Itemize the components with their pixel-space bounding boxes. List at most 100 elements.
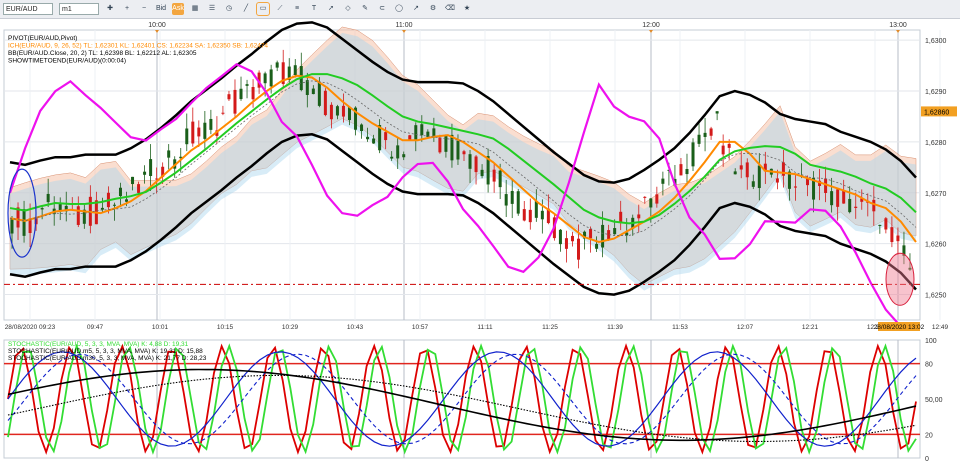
candle-body: [528, 209, 532, 223]
candle-body: [703, 132, 707, 137]
candle-body: [221, 112, 225, 114]
candle-body: [751, 181, 755, 187]
candle-body: [613, 228, 617, 235]
candle-body: [112, 204, 116, 206]
candle-body: [233, 89, 237, 114]
price-label: 1,62860: [924, 109, 949, 116]
candle-body: [341, 105, 345, 117]
candle-body: [697, 134, 701, 144]
candle-body: [842, 190, 846, 204]
candle-body: [504, 194, 508, 206]
candle-body: [191, 121, 195, 144]
hour-label: 11:00: [396, 22, 413, 29]
price-tick-label: 1,6300: [925, 38, 947, 45]
time-tick-label: 11:25: [542, 324, 558, 331]
time-tick-label: 11:11: [477, 324, 493, 331]
candle-body: [137, 184, 141, 193]
candle-body: [372, 138, 376, 144]
candle-body: [366, 136, 370, 140]
stoch-tick-label: 20: [925, 432, 933, 439]
legend-entry: BB(EUR/AUD.Close, 20, 2) TL: 1,62398 BL:…: [8, 50, 197, 57]
candle-body: [854, 206, 858, 208]
candle-body: [637, 214, 641, 219]
stoch-legend-entry: STOCHASTIC(EUR/AUD, 5, 3, 3, MVA, MVA) K…: [8, 341, 189, 348]
candle-body: [347, 107, 351, 121]
candle-body: [848, 198, 852, 213]
candle-body: [456, 140, 460, 160]
candle-body: [245, 84, 249, 86]
stoch-legend-entry: STOCHASTIC(EUR/AUD.m30, 5, 3, 3, MVA, MV…: [8, 355, 207, 362]
candle-body: [462, 151, 466, 155]
legend-entry: SHOWTIMETOEND(EUR/AUD)(0:00:04): [8, 58, 126, 65]
candle-body: [534, 201, 538, 218]
candle-body: [197, 127, 201, 137]
candle-body: [884, 218, 888, 230]
candle-body: [558, 229, 562, 245]
candle-body: [715, 111, 719, 114]
candle-body: [830, 191, 834, 206]
candle-body: [745, 162, 749, 178]
time-tick-label: 10:01: [152, 324, 169, 331]
candle-body: [709, 128, 713, 136]
candle-body: [390, 156, 394, 159]
candle-body: [275, 62, 279, 68]
candle-body: [305, 80, 309, 96]
time-label: 28/08/2020 13:02: [874, 324, 925, 331]
stoch-tick-label: 0: [925, 456, 929, 463]
candle-body: [269, 69, 273, 87]
candle-body: [679, 164, 683, 176]
candle-body: [227, 94, 231, 100]
candle-body: [420, 124, 424, 136]
candle-body: [655, 194, 659, 204]
candle-body: [739, 165, 743, 170]
time-tick-label: 28/08/2020 09:23: [5, 324, 56, 331]
candle-body: [595, 243, 599, 249]
candle-body: [836, 189, 840, 207]
candle-body: [396, 145, 400, 159]
candle-body: [335, 106, 339, 116]
candle-body: [329, 104, 333, 120]
candle-body: [727, 143, 731, 148]
candle-body: [414, 125, 418, 140]
time-tick-label: 11:39: [607, 324, 623, 331]
candle-body: [775, 178, 779, 183]
time-tick-label: 12:21: [802, 324, 819, 331]
candle-body: [570, 235, 574, 242]
candle-body: [149, 159, 153, 177]
candle-body: [480, 169, 484, 177]
candle-body: [601, 224, 605, 248]
candle-body: [131, 176, 135, 185]
candle-body: [263, 73, 267, 84]
candle-body: [125, 199, 129, 202]
time-tick-label: 09:47: [87, 324, 104, 331]
stoch-tick-label: 50,00: [925, 397, 943, 404]
time-tick-label: 10:57: [412, 324, 429, 331]
candle-body: [564, 238, 568, 249]
price-tick-label: 1,6270: [925, 191, 947, 198]
time-tick-label: 12:49: [932, 324, 949, 331]
candle-body: [450, 134, 454, 161]
candle-body: [474, 156, 478, 173]
candle-body: [649, 198, 653, 208]
time-tick-label: 10:43: [347, 324, 364, 331]
time-tick-label: 10:29: [282, 324, 299, 331]
hour-label: 10:00: [148, 22, 166, 29]
time-tick-label: 10:15: [217, 324, 234, 331]
price-tick-label: 1,6250: [925, 293, 947, 300]
candle-body: [360, 124, 364, 132]
chart-canvas[interactable]: 10:00 11:00 12:00 13:00 1,6300 1,6290 1,6280 1,…: [0, 0, 960, 466]
legend-entry: PIVOT(EUR/AUD,Pivot): [8, 35, 77, 42]
candle-body: [143, 171, 147, 175]
candle-body: [872, 199, 876, 212]
candle-body: [203, 122, 207, 139]
candle-body: [691, 142, 695, 167]
candle-body: [619, 211, 623, 223]
candle-body: [251, 87, 255, 100]
candle-body: [721, 145, 725, 155]
time-tick-label: 12:07: [737, 324, 754, 331]
candle-body: [685, 168, 689, 175]
candle-body: [498, 170, 502, 188]
price-tick-label: 1,6260: [925, 242, 947, 249]
candle-body: [100, 207, 104, 210]
candle-body: [510, 190, 514, 204]
